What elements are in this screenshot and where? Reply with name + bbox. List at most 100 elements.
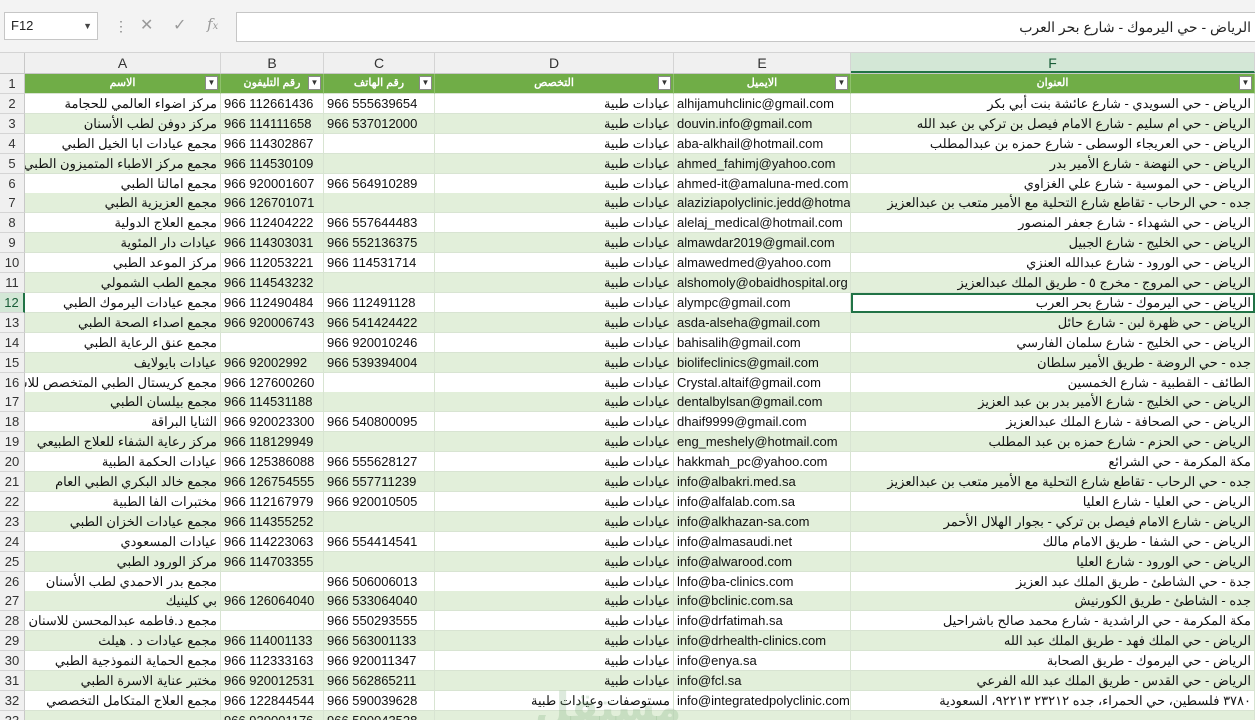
cell-b[interactable]: [221, 332, 324, 353]
cell-f[interactable]: الرياض - حي العريجاء الوسطى - شارع حمزه …: [851, 133, 1255, 154]
cell-c[interactable]: 966 533064040: [324, 591, 435, 612]
cell-c[interactable]: 966 112491128: [324, 292, 435, 313]
cell-d[interactable]: عيادات طبية: [435, 611, 674, 632]
cell-e[interactable]: ahmed-it@amaluna-med.com: [674, 173, 851, 194]
cell-b[interactable]: 966 92002992: [221, 352, 324, 373]
cell-a[interactable]: مركز الورود الطبي: [25, 551, 221, 572]
cell-e[interactable]: dhaif9999@gmail.com: [674, 412, 851, 433]
cell-b[interactable]: 966 114355252: [221, 511, 324, 532]
cell-d[interactable]: عيادات طبية: [435, 233, 674, 254]
cell-a[interactable]: مركز رعاية الشفاء للعلاج الطبيعي: [25, 432, 221, 453]
enter-icon[interactable]: ✓: [173, 15, 186, 35]
cell-d[interactable]: مستوصفات وعيادات طبية: [435, 690, 674, 711]
cell-c[interactable]: 966 564910289: [324, 173, 435, 194]
cell-b[interactable]: 966 127600260: [221, 372, 324, 393]
cell-b[interactable]: 966 126754555: [221, 472, 324, 492]
cell-c[interactable]: 966 563001133: [324, 631, 435, 652]
row-number[interactable]: 14: [0, 332, 25, 353]
filter-dropdown-icon[interactable]: ▼: [658, 76, 671, 90]
header-cell-e[interactable]: الايميل ▼: [674, 74, 851, 94]
cell-a[interactable]: مجمع عنق الرعاية الطبي: [25, 332, 221, 353]
cell-e[interactable]: info@alkhazan-sa.com: [674, 511, 851, 532]
cell-a[interactable]: مجمع بيلسان الطبي: [25, 392, 221, 413]
cell-a[interactable]: عيادات المسعودي: [25, 531, 221, 552]
insert-function-icon[interactable]: fx: [207, 15, 218, 33]
row-number[interactable]: 30: [0, 651, 25, 672]
cell-c[interactable]: 966 557711239: [324, 472, 435, 492]
cell-b[interactable]: 966 125386088: [221, 452, 324, 473]
cell-e[interactable]: info@almasaudi.net: [674, 531, 851, 552]
cell-f[interactable]: الرياض - شارع الامام فيصل بن تركي - بجوا…: [851, 511, 1255, 532]
cell-f[interactable]: الطائف - القطبية - شارع الخمسين: [851, 372, 1255, 393]
filter-dropdown-icon[interactable]: ▼: [308, 76, 321, 90]
cell-d[interactable]: عيادات طبية: [435, 133, 674, 154]
row-number[interactable]: 1: [0, 74, 25, 94]
cell-c[interactable]: 966 920010246: [324, 332, 435, 353]
column-header-c[interactable]: C: [324, 53, 435, 73]
cell-e[interactable]: info@alwarood.com: [674, 551, 851, 572]
cell-d[interactable]: عيادات طبية: [435, 531, 674, 552]
row-number[interactable]: 29: [0, 631, 25, 652]
cell-d[interactable]: عيادات طبية: [435, 432, 674, 453]
cell-a[interactable]: مجمع بدر الاحمدي لطب الأسنان: [25, 571, 221, 592]
filter-dropdown-icon[interactable]: ▼: [835, 76, 848, 90]
row-number[interactable]: 20: [0, 452, 25, 473]
row-number[interactable]: 16: [0, 372, 25, 393]
cell-f[interactable]: الرياض - حي النهضة - شارع الأمير بدر: [851, 153, 1255, 174]
cell-c[interactable]: 966 550293555: [324, 611, 435, 632]
cell-d[interactable]: عيادات طبية: [435, 392, 674, 413]
cell-b[interactable]: 966 118129949: [221, 432, 324, 453]
row-number[interactable]: 31: [0, 671, 25, 691]
cell-d[interactable]: عيادات طبية: [435, 253, 674, 274]
cell-b[interactable]: 966 114111658: [221, 113, 324, 134]
cell-f[interactable]: الرياض - حي الخليج - شارع الجبيل: [851, 233, 1255, 254]
row-number[interactable]: 8: [0, 213, 25, 234]
cell-e[interactable]: douvin.info@gmail.com: [674, 113, 851, 134]
cell-b[interactable]: 966 114531188: [221, 392, 324, 413]
cell-d[interactable]: عيادات طبية: [435, 651, 674, 672]
cell-f[interactable]: الرياض - حي القدس - طريق الملك عبد الله …: [851, 671, 1255, 691]
cell-d[interactable]: عيادات طبية: [435, 292, 674, 313]
cell-f[interactable]: مكة المكرمة - حي الراشدية - شارع محمد صا…: [851, 611, 1255, 632]
cell-a[interactable]: مجمع كريستال الطبي المتخصص للاسنان: [25, 372, 221, 393]
cell-e[interactable]: biolifeclinics@gmail.com: [674, 352, 851, 373]
cell-e[interactable]: Crystal.altaif@gmail.com: [674, 372, 851, 393]
row-number[interactable]: 10: [0, 253, 25, 274]
cell-d[interactable]: عيادات طبية: [435, 591, 674, 612]
cell-c[interactable]: [324, 153, 435, 174]
cell-e[interactable]: lnfo@ba-clinics.com: [674, 571, 851, 592]
cell-e[interactable]: info@albakri.med.sa: [674, 472, 851, 492]
cell-b[interactable]: [221, 571, 324, 592]
row-number[interactable]: 13: [0, 312, 25, 333]
cell-e[interactable]: aba-alkhail@hotmail.com: [674, 133, 851, 154]
header-cell-f[interactable]: العنوان ▼: [851, 74, 1255, 94]
cell-b[interactable]: 966 112167979: [221, 491, 324, 512]
row-number[interactable]: 17: [0, 392, 25, 413]
cell-c[interactable]: [324, 273, 435, 293]
cell-b[interactable]: [221, 611, 324, 632]
cell-b[interactable]: 966 112490484: [221, 292, 324, 313]
cell-a[interactable]: مجمع مركز الاطباء المتميزون الطبي: [25, 153, 221, 174]
cell-a[interactable]: مجمع د.فاطمه عبدالمحسن للاسنان: [25, 611, 221, 632]
cell-a[interactable]: مجمع عيادات ابا الخيل الطبي: [25, 133, 221, 154]
row-number[interactable]: 26: [0, 571, 25, 592]
cell-c[interactable]: 966 539394004: [324, 352, 435, 373]
row-number[interactable]: 15: [0, 352, 25, 373]
cell-a[interactable]: مختبرات الفا الطبية: [25, 491, 221, 512]
cell-a[interactable]: مجمع العلاج الدولية: [25, 213, 221, 234]
cell-b[interactable]: 966 920001607: [221, 173, 324, 194]
cell-d[interactable]: عيادات طبية: [435, 193, 674, 214]
cell-c[interactable]: 966 562865211: [324, 671, 435, 691]
cell-b[interactable]: 966 920001176: [221, 710, 324, 720]
row-number[interactable]: 9: [0, 233, 25, 254]
cell-f[interactable]: الرياض - حي الحزم - شارع حمزه بن عبد الم…: [851, 432, 1255, 453]
cell-b[interactable]: 966 112333163: [221, 651, 324, 672]
cell-f[interactable]: الرياض - حي الشهداء - شارع جعفر المنصور: [851, 213, 1255, 234]
cell-d[interactable]: عيادات طبية: [435, 113, 674, 134]
cell-f[interactable]: الرياض - حي العليا - شارع العليا: [851, 491, 1255, 512]
cell-c[interactable]: 966 114531714: [324, 253, 435, 274]
cell-e[interactable]: eng_meshely@hotmail.com: [674, 432, 851, 453]
cell-c[interactable]: 966 590039628: [324, 690, 435, 711]
cell-d[interactable]: عيادات طبية: [435, 491, 674, 512]
cell-a[interactable]: عيادات بايولايف: [25, 352, 221, 373]
